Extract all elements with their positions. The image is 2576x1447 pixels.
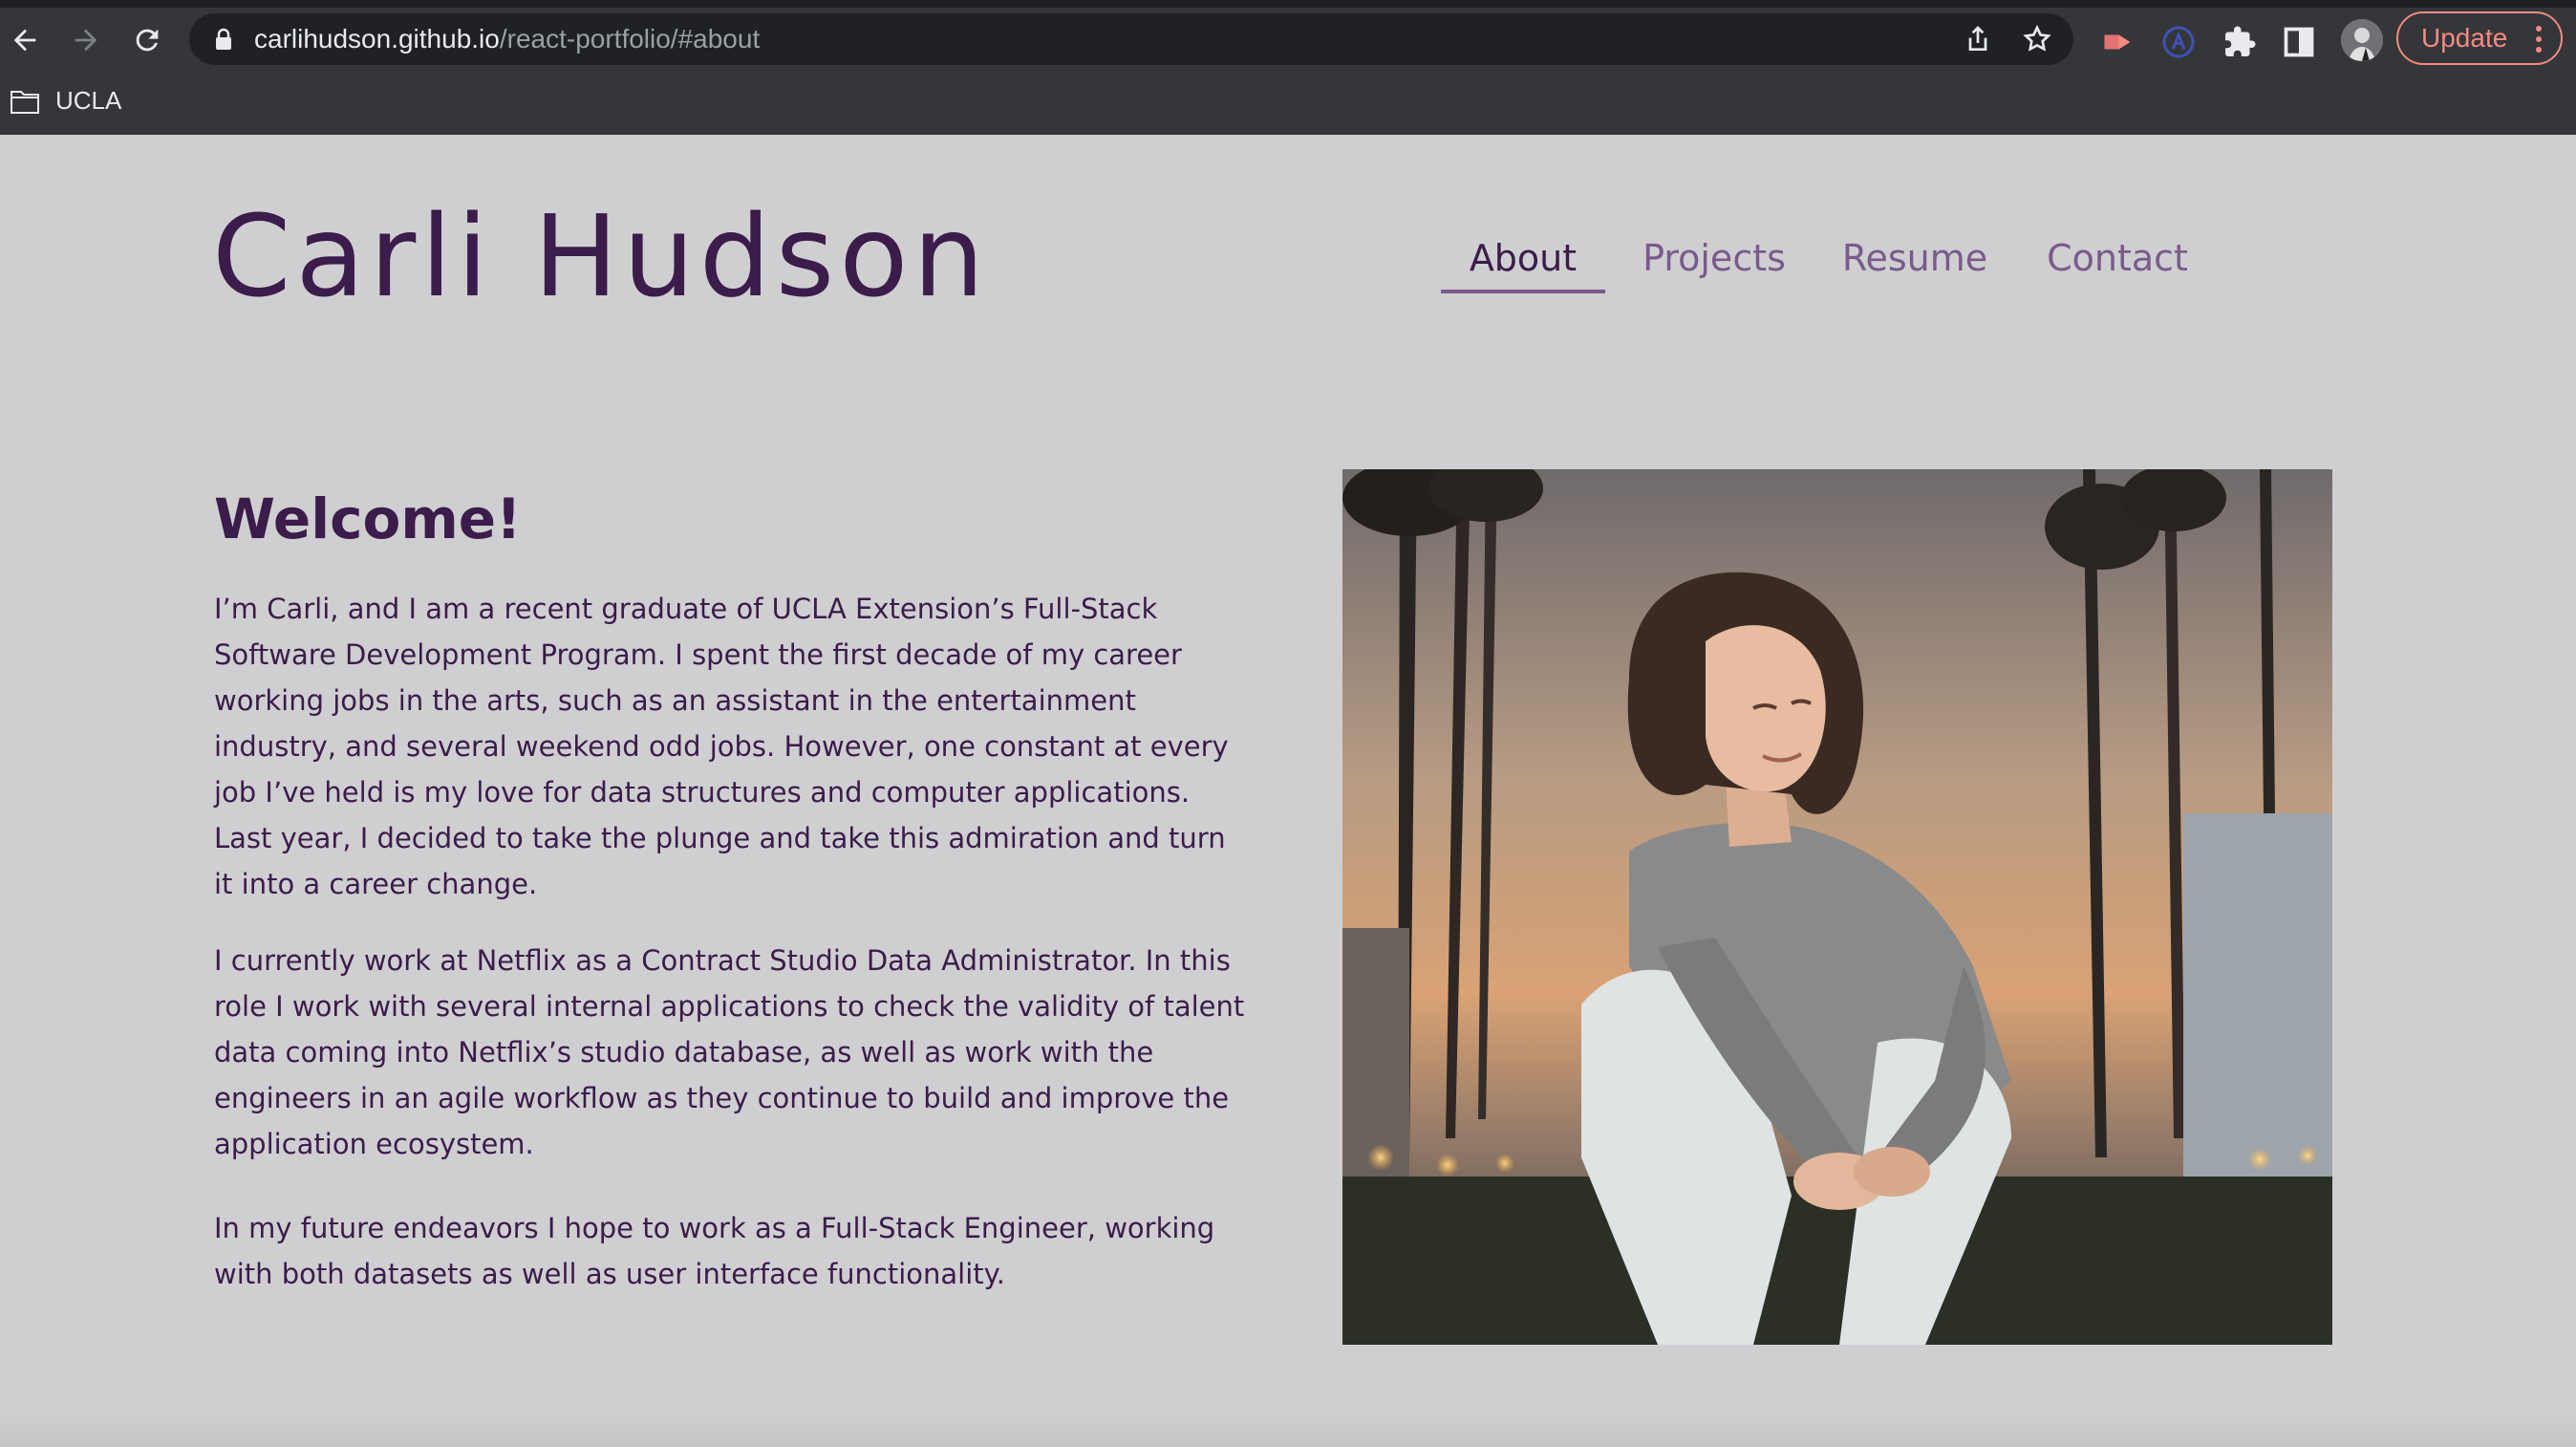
extensions-puzzle-icon[interactable] (2222, 25, 2257, 59)
share-icon[interactable] (1963, 24, 1993, 54)
main-nav: About Projects Resume Contact (1441, 219, 2205, 295)
profile-avatar[interactable] (2341, 19, 2383, 61)
lock-icon (216, 28, 231, 50)
about-paragraph-2: I currently work at Netflix as a Contrac… (214, 944, 1245, 1160)
arrow-left-icon (13, 29, 36, 52)
extension-record-icon[interactable] (2100, 25, 2135, 59)
nav-about[interactable]: About (1441, 219, 1605, 295)
tab-strip (0, 0, 2576, 8)
more-vertical-icon (2536, 26, 2542, 53)
forward-button[interactable] (65, 19, 107, 61)
browser-chrome: carlihudson.github.io/react-portfolio/#a… (0, 0, 2576, 135)
portfolio-page: Carli Hudson About Projects Resume Conta… (0, 135, 2576, 1447)
nav-resume[interactable]: Resume (1829, 219, 2001, 295)
side-panel-icon[interactable] (2282, 25, 2316, 59)
url-path: /react-portfolio/#about (499, 24, 761, 54)
extension-a-icon[interactable] (2161, 25, 2196, 59)
arrow-right-icon (75, 29, 97, 52)
folder-icon (11, 91, 39, 114)
about-paragraph-1: I’m Carli, and I am a recent graduate of… (214, 593, 1229, 900)
profile-photo (1342, 469, 2332, 1345)
nav-projects[interactable]: Projects (1628, 219, 1800, 295)
nav-active-underline (1441, 290, 1605, 293)
bookmark-ucla[interactable]: UCLA (55, 76, 121, 124)
profile-photo-icon (2341, 19, 2383, 61)
about-paragraph-3: In my future endeavors I hope to work as… (214, 1212, 1215, 1290)
bookmarks-bar: UCLA (0, 76, 2576, 124)
address-bar[interactable]: carlihudson.github.io/react-portfolio/#a… (189, 13, 2073, 65)
reload-button[interactable] (126, 19, 168, 61)
bookmark-star-icon[interactable] (2022, 24, 2052, 54)
nav-contact[interactable]: Contact (2031, 219, 2203, 295)
site-title: Carli Hudson (212, 190, 990, 322)
page-bottom-edge (0, 1409, 2576, 1447)
url-host: carlihudson.github.io (254, 24, 500, 54)
reload-icon (136, 29, 159, 52)
portrait-photo-illustration (1342, 469, 2332, 1345)
back-button[interactable] (4, 19, 46, 61)
update-label: Update (2421, 23, 2508, 53)
update-button[interactable]: Update (2396, 11, 2563, 65)
browser-toolbar: carlihudson.github.io/react-portfolio/#a… (0, 8, 2576, 71)
welcome-heading: Welcome! (214, 486, 522, 551)
url-text[interactable]: carlihudson.github.io/react-portfolio/#a… (254, 13, 760, 65)
